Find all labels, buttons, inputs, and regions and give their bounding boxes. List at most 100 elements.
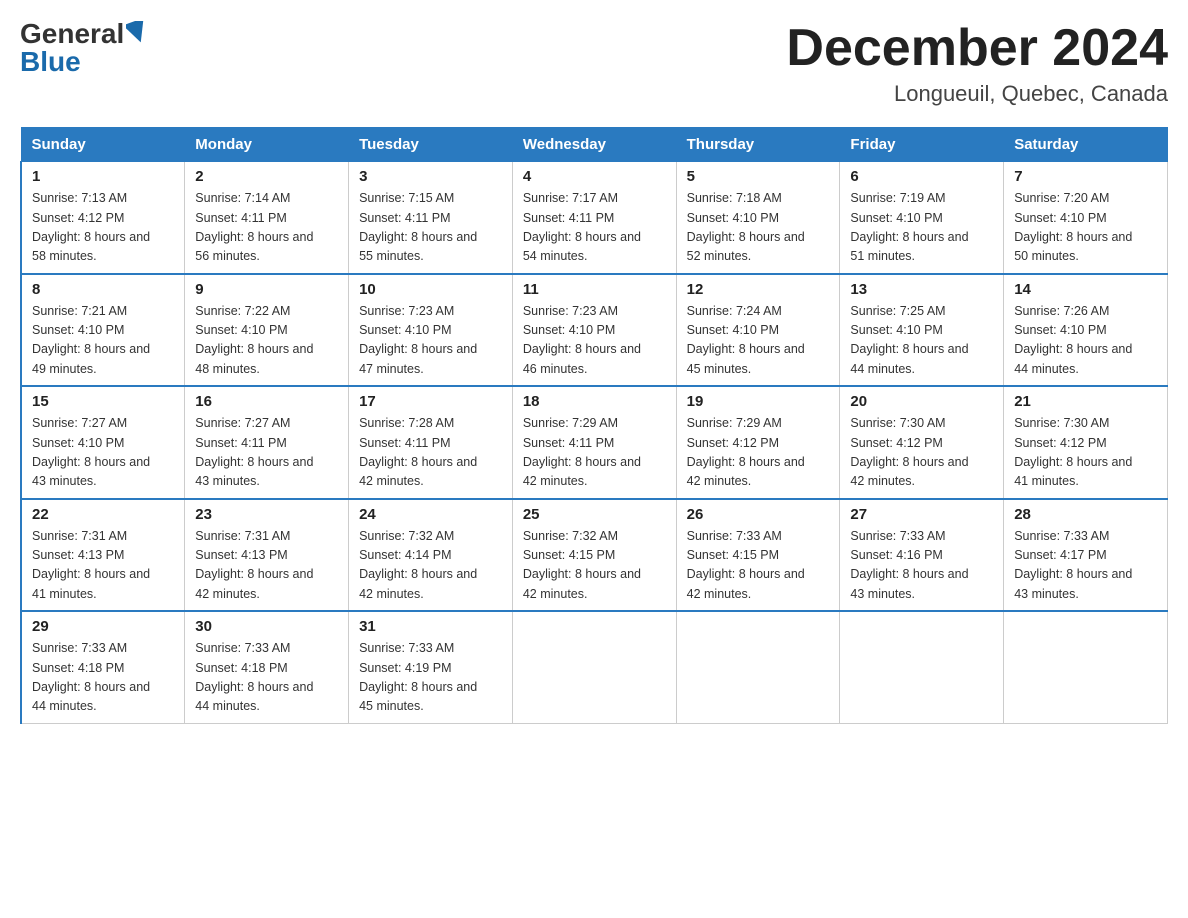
title-section: December 2024 Longueuil, Quebec, Canada xyxy=(786,20,1168,107)
calendar-day-cell: 10 Sunrise: 7:23 AMSunset: 4:10 PMDayligh… xyxy=(349,274,513,387)
calendar-day-cell: 7Sunrise: 7:20 AMSunset: 4:10 PMDaylight… xyxy=(1004,162,1168,274)
day-number: 12 xyxy=(687,281,830,298)
col-monday: Monday xyxy=(185,128,349,162)
calendar-day-cell: 15 Sunrise: 7:27 AMSunset: 4:10 PMDayligh… xyxy=(21,386,185,499)
day-number: 3 xyxy=(359,168,502,185)
calendar-day-cell: 13 Sunrise: 7:25 AMSunset: 4:10 PMDayligh… xyxy=(840,274,1004,387)
col-saturday: Saturday xyxy=(1004,128,1168,162)
calendar-week-row: 22 Sunrise: 7:31 AMSunset: 4:13 PMDayligh… xyxy=(21,499,1168,612)
day-number: 13 xyxy=(850,281,993,298)
day-info: Sunrise: 7:32 AMSunset: 4:15 PMDaylight:… xyxy=(523,527,666,605)
day-number: 11 xyxy=(523,281,666,298)
location-subtitle: Longueuil, Quebec, Canada xyxy=(786,81,1168,107)
calendar-day-cell: 4 Sunrise: 7:17 AMSunset: 4:11 PMDaylight… xyxy=(512,162,676,274)
calendar-day-cell: 25 Sunrise: 7:32 AMSunset: 4:15 PMDayligh… xyxy=(512,499,676,612)
day-number: 22 xyxy=(32,506,174,523)
day-info: Sunrise: 7:33 AMSunset: 4:15 PMDaylight:… xyxy=(687,527,830,605)
day-number: 17 xyxy=(359,393,502,410)
day-number: 31 xyxy=(359,618,502,635)
calendar-day-cell: 31Sunrise: 7:33 AMSunset: 4:19 PMDayligh… xyxy=(349,611,513,723)
day-number: 1 xyxy=(32,168,174,185)
calendar-day-cell: 23Sunrise: 7:31 AMSunset: 4:13 PMDayligh… xyxy=(185,499,349,612)
day-number: 4 xyxy=(523,168,666,185)
calendar-body: 1Sunrise: 7:13 AMSunset: 4:12 PMDaylight… xyxy=(21,162,1168,724)
day-info: Sunrise: 7:23 AMSunset: 4:10 PMDaylight:… xyxy=(523,302,666,380)
calendar-day-cell: 16Sunrise: 7:27 AMSunset: 4:11 PMDayligh… xyxy=(185,386,349,499)
day-number: 18 xyxy=(523,393,666,410)
calendar-table: Sunday Monday Tuesday Wednesday Thursday… xyxy=(20,127,1168,724)
day-info: Sunrise: 7:32 AMSunset: 4:14 PMDaylight:… xyxy=(359,527,502,605)
calendar-day-cell: 29 Sunrise: 7:33 AMSunset: 4:18 PMDayligh… xyxy=(21,611,185,723)
day-info: Sunrise: 7:26 AMSunset: 4:10 PMDaylight:… xyxy=(1014,302,1157,380)
calendar-day-cell: 11 Sunrise: 7:23 AMSunset: 4:10 PMDayligh… xyxy=(512,274,676,387)
calendar-day-cell: 20Sunrise: 7:30 AMSunset: 4:12 PMDayligh… xyxy=(840,386,1004,499)
calendar-day-cell: 8Sunrise: 7:21 AMSunset: 4:10 PMDaylight… xyxy=(21,274,185,387)
day-info: Sunrise: 7:24 AMSunset: 4:10 PMDaylight:… xyxy=(687,302,830,380)
day-number: 5 xyxy=(687,168,830,185)
day-info: Sunrise: 7:19 AMSunset: 4:10 PMDaylight:… xyxy=(850,189,993,267)
day-number: 20 xyxy=(850,393,993,410)
day-number: 14 xyxy=(1014,281,1157,298)
calendar-header-row: Sunday Monday Tuesday Wednesday Thursday… xyxy=(21,128,1168,162)
day-info: Sunrise: 7:31 AMSunset: 4:13 PMDaylight:… xyxy=(32,527,174,605)
day-number: 28 xyxy=(1014,506,1157,523)
logo-general-text: General xyxy=(20,20,124,48)
day-number: 25 xyxy=(523,506,666,523)
calendar-week-row: 15 Sunrise: 7:27 AMSunset: 4:10 PMDayligh… xyxy=(21,386,1168,499)
day-info: Sunrise: 7:15 AMSunset: 4:11 PMDaylight:… xyxy=(359,189,502,267)
calendar-day-cell: 30 Sunrise: 7:33 AMSunset: 4:18 PMDayligh… xyxy=(185,611,349,723)
calendar-day-cell: 28 Sunrise: 7:33 AMSunset: 4:17 PMDayligh… xyxy=(1004,499,1168,612)
calendar-day-cell: 17Sunrise: 7:28 AMSunset: 4:11 PMDayligh… xyxy=(349,386,513,499)
day-info: Sunrise: 7:20 AMSunset: 4:10 PMDaylight:… xyxy=(1014,189,1157,267)
day-number: 19 xyxy=(687,393,830,410)
logo-blue-text: Blue xyxy=(20,46,81,77)
col-wednesday: Wednesday xyxy=(512,128,676,162)
page-header: General Blue December 2024 Longueuil, Qu… xyxy=(20,20,1168,107)
logo: General Blue xyxy=(20,20,148,76)
day-info: Sunrise: 7:14 AMSunset: 4:11 PMDaylight:… xyxy=(195,189,338,267)
calendar-day-cell: 27 Sunrise: 7:33 AMSunset: 4:16 PMDayligh… xyxy=(840,499,1004,612)
day-info: Sunrise: 7:33 AMSunset: 4:17 PMDaylight:… xyxy=(1014,527,1157,605)
day-info: Sunrise: 7:17 AMSunset: 4:11 PMDaylight:… xyxy=(523,189,666,267)
day-number: 2 xyxy=(195,168,338,185)
day-info: Sunrise: 7:22 AMSunset: 4:10 PMDaylight:… xyxy=(195,302,338,380)
calendar-day-cell xyxy=(676,611,840,723)
day-info: Sunrise: 7:33 AMSunset: 4:18 PMDaylight:… xyxy=(32,639,174,717)
calendar-week-row: 29 Sunrise: 7:33 AMSunset: 4:18 PMDayligh… xyxy=(21,611,1168,723)
day-number: 9 xyxy=(195,281,338,298)
day-number: 24 xyxy=(359,506,502,523)
day-number: 26 xyxy=(687,506,830,523)
day-number: 16 xyxy=(195,393,338,410)
calendar-day-cell xyxy=(1004,611,1168,723)
calendar-week-row: 1Sunrise: 7:13 AMSunset: 4:12 PMDaylight… xyxy=(21,162,1168,274)
day-number: 30 xyxy=(195,618,338,635)
calendar-day-cell xyxy=(840,611,1004,723)
calendar-day-cell: 19 Sunrise: 7:29 AMSunset: 4:12 PMDayligh… xyxy=(676,386,840,499)
calendar-day-cell: 18Sunrise: 7:29 AMSunset: 4:11 PMDayligh… xyxy=(512,386,676,499)
day-info: Sunrise: 7:33 AMSunset: 4:16 PMDaylight:… xyxy=(850,527,993,605)
calendar-day-cell xyxy=(512,611,676,723)
day-info: Sunrise: 7:29 AMSunset: 4:12 PMDaylight:… xyxy=(687,414,830,492)
day-number: 15 xyxy=(32,393,174,410)
calendar-day-cell: 2 Sunrise: 7:14 AMSunset: 4:11 PMDaylight… xyxy=(185,162,349,274)
day-info: Sunrise: 7:33 AMSunset: 4:18 PMDaylight:… xyxy=(195,639,338,717)
day-number: 8 xyxy=(32,281,174,298)
calendar-day-cell: 1Sunrise: 7:13 AMSunset: 4:12 PMDaylight… xyxy=(21,162,185,274)
calendar-day-cell: 12 Sunrise: 7:24 AMSunset: 4:10 PMDayligh… xyxy=(676,274,840,387)
day-info: Sunrise: 7:18 AMSunset: 4:10 PMDaylight:… xyxy=(687,189,830,267)
day-number: 29 xyxy=(32,618,174,635)
day-info: Sunrise: 7:23 AMSunset: 4:10 PMDaylight:… xyxy=(359,302,502,380)
day-info: Sunrise: 7:25 AMSunset: 4:10 PMDaylight:… xyxy=(850,302,993,380)
day-info: Sunrise: 7:27 AMSunset: 4:10 PMDaylight:… xyxy=(32,414,174,492)
col-tuesday: Tuesday xyxy=(349,128,513,162)
calendar-day-cell: 26 Sunrise: 7:33 AMSunset: 4:15 PMDayligh… xyxy=(676,499,840,612)
day-number: 27 xyxy=(850,506,993,523)
calendar-day-cell: 5 Sunrise: 7:18 AMSunset: 4:10 PMDaylight… xyxy=(676,162,840,274)
calendar-day-cell: 3 Sunrise: 7:15 AMSunset: 4:11 PMDaylight… xyxy=(349,162,513,274)
col-sunday: Sunday xyxy=(21,128,185,162)
col-friday: Friday xyxy=(840,128,1004,162)
calendar-day-cell: 14 Sunrise: 7:26 AMSunset: 4:10 PMDayligh… xyxy=(1004,274,1168,387)
day-info: Sunrise: 7:30 AMSunset: 4:12 PMDaylight:… xyxy=(1014,414,1157,492)
logo-arrow-icon xyxy=(126,21,148,43)
day-number: 10 xyxy=(359,281,502,298)
